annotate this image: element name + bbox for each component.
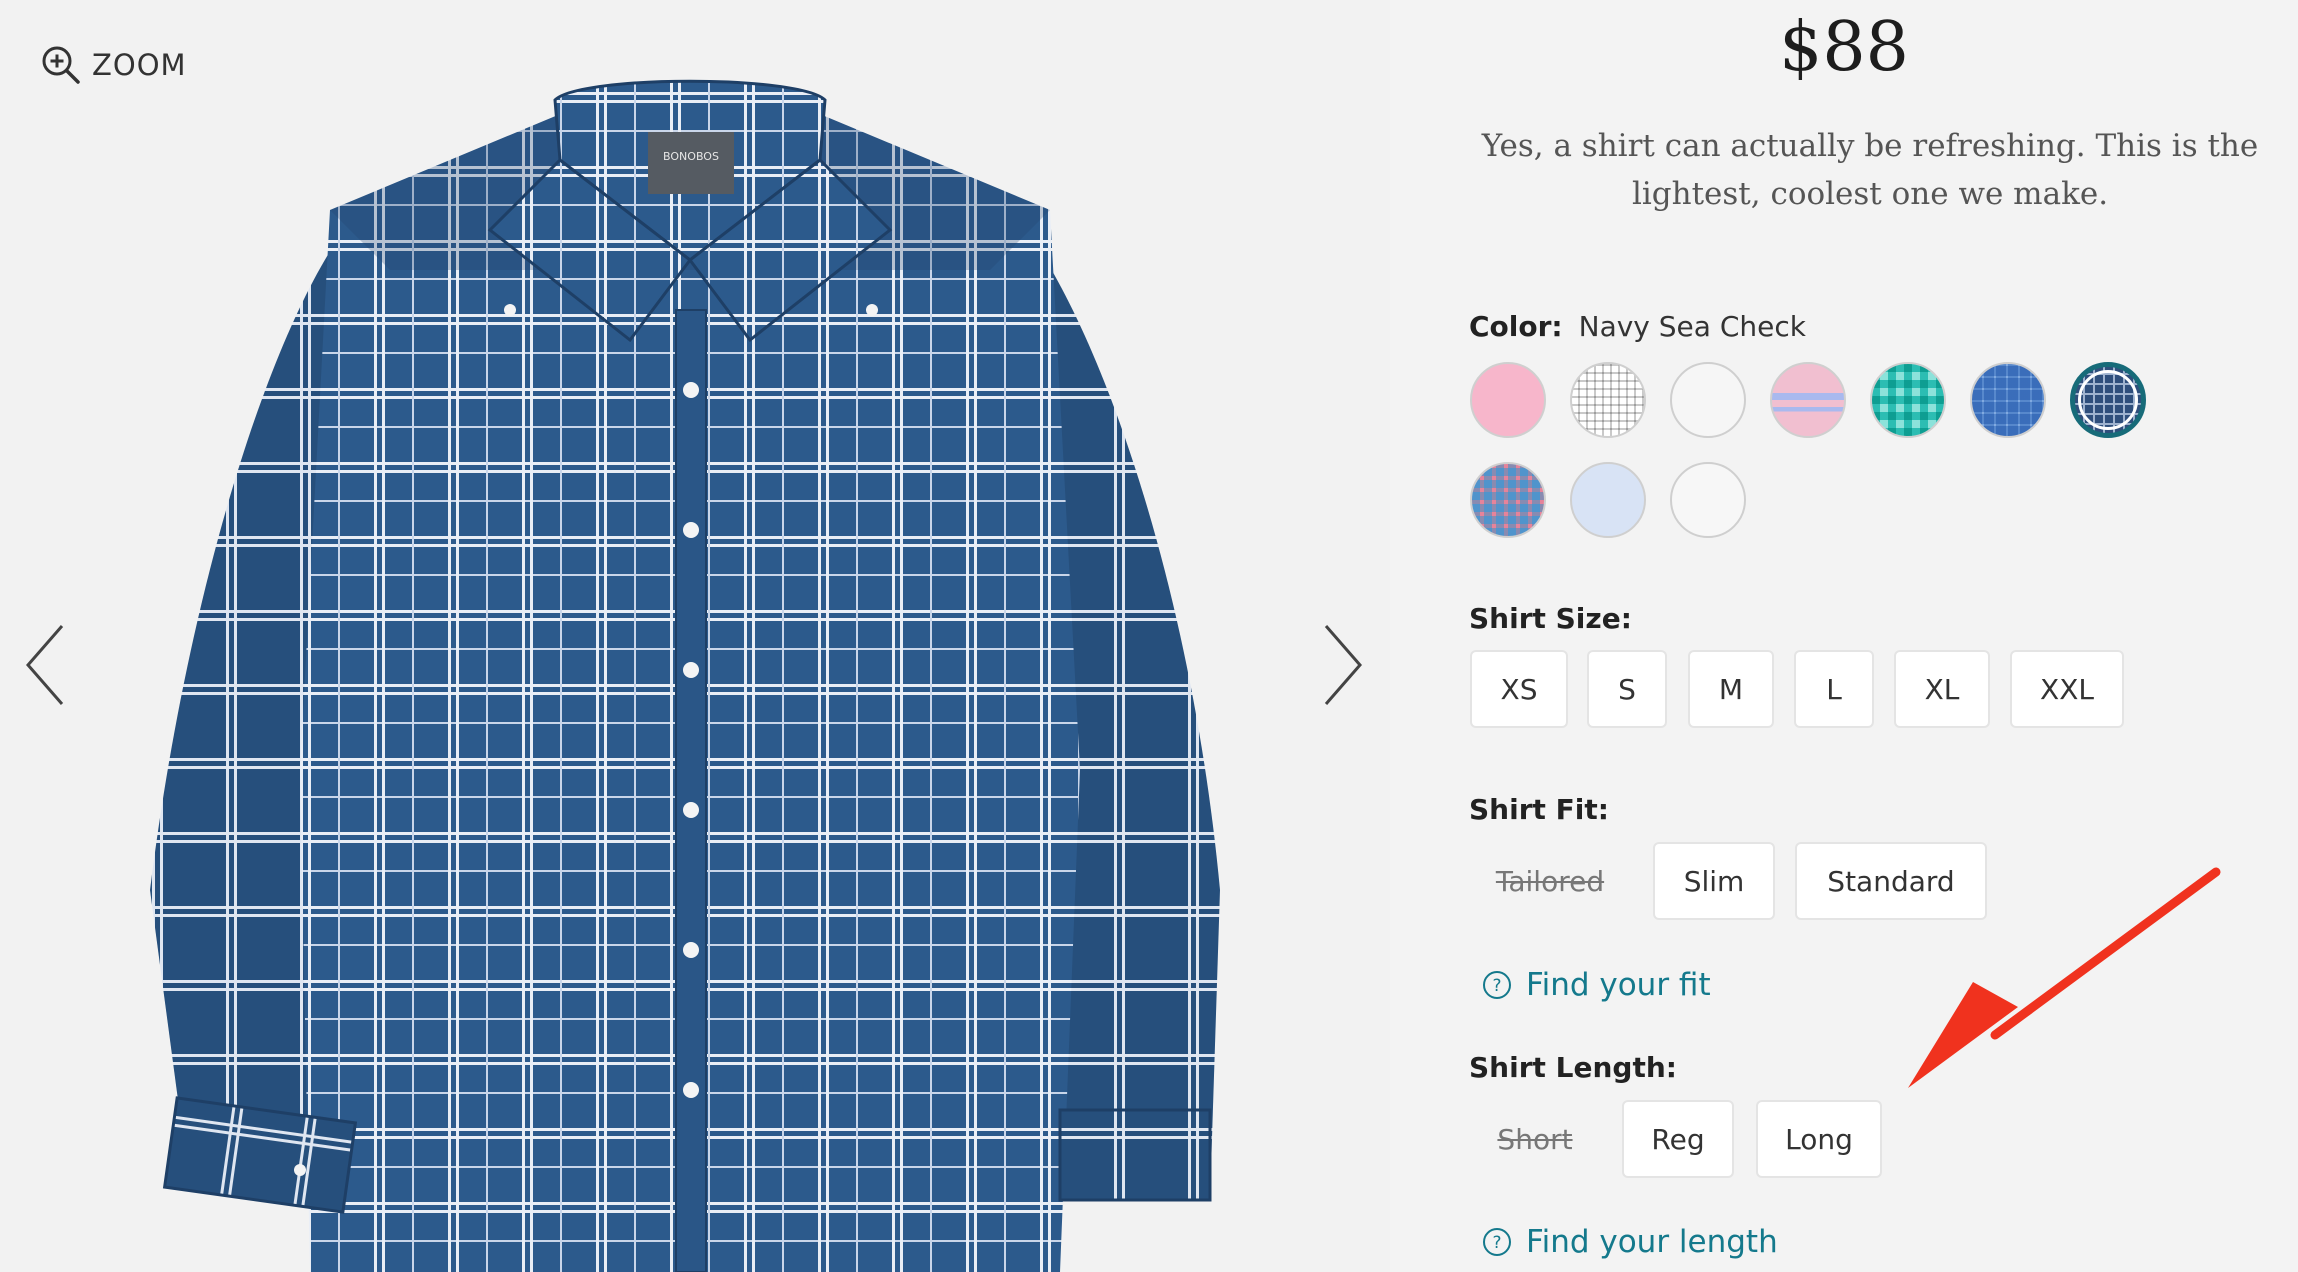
color-swatch-aqua-gingham[interactable]: [1870, 362, 1946, 438]
length-option-reg[interactable]: Reg: [1622, 1100, 1734, 1178]
fit-label: Shirt Fit:: [1469, 793, 1609, 826]
length-option-long[interactable]: Long: [1756, 1100, 1882, 1178]
color-swatch-navy-check[interactable]: [2070, 362, 2146, 438]
product-image: BONOBOS: [150, 79, 1220, 1272]
fit-option-slim[interactable]: Slim: [1653, 842, 1775, 920]
next-image-arrow-icon[interactable]: [1316, 620, 1366, 710]
color-swatch-light-blue[interactable]: [1570, 462, 1646, 538]
help-circle-icon: ?: [1483, 1228, 1511, 1256]
brand-tag-text: BONOBOS: [663, 150, 719, 163]
color-swatch-white-print[interactable]: [1670, 462, 1746, 538]
help-circle-icon: ?: [1483, 971, 1511, 999]
find-your-fit-link[interactable]: ? Find your fit: [1482, 967, 1711, 1003]
zoom-in-icon: [42, 46, 80, 84]
size-option-m[interactable]: M: [1688, 650, 1774, 728]
size-option-xxl[interactable]: XXL: [2010, 650, 2124, 728]
fit-option-tailored-unavailable: Tailored: [1495, 864, 1605, 898]
previous-image-arrow-icon[interactable]: [22, 620, 72, 710]
size-option-xs[interactable]: XS: [1470, 650, 1568, 728]
size-option-xl[interactable]: XL: [1894, 650, 1990, 728]
color-swatch-white-dot[interactable]: [1670, 362, 1746, 438]
color-swatch-grey-grid[interactable]: [1570, 362, 1646, 438]
selected-color-name: Navy Sea Check: [1578, 310, 1806, 343]
find-your-fit-label: Find your fit: [1526, 967, 1711, 1003]
size-label: Shirt Size:: [1469, 602, 1632, 635]
length-option-short-unavailable: Short: [1497, 1122, 1573, 1156]
product-price: $88: [1779, 8, 1909, 87]
size-option-l[interactable]: L: [1794, 650, 1874, 728]
svg-text:?: ?: [1492, 1233, 1501, 1253]
color-swatch-blue-check[interactable]: [1970, 362, 2046, 438]
product-gallery: ZOOM BONOBOS: [0, 0, 1390, 1272]
find-your-length-label: Find your length: [1526, 1224, 1778, 1260]
size-option-s[interactable]: S: [1587, 650, 1667, 728]
color-swatch-pink[interactable]: [1470, 362, 1546, 438]
length-label: Shirt Length:: [1469, 1051, 1677, 1084]
find-your-length-link[interactable]: ? Find your length: [1482, 1224, 1778, 1260]
color-swatch-blue-pink-plaid[interactable]: [1470, 462, 1546, 538]
product-description: Yes, a shirt can actually be refreshing.…: [1481, 128, 2259, 212]
svg-text:?: ?: [1492, 976, 1501, 996]
color-label-row: Color: Navy Sea Check: [1469, 310, 1806, 343]
annotation-arrow-icon: [1908, 867, 2221, 1088]
color-label: Color:: [1469, 310, 1563, 343]
color-swatch-pink-stripe[interactable]: [1770, 362, 1846, 438]
